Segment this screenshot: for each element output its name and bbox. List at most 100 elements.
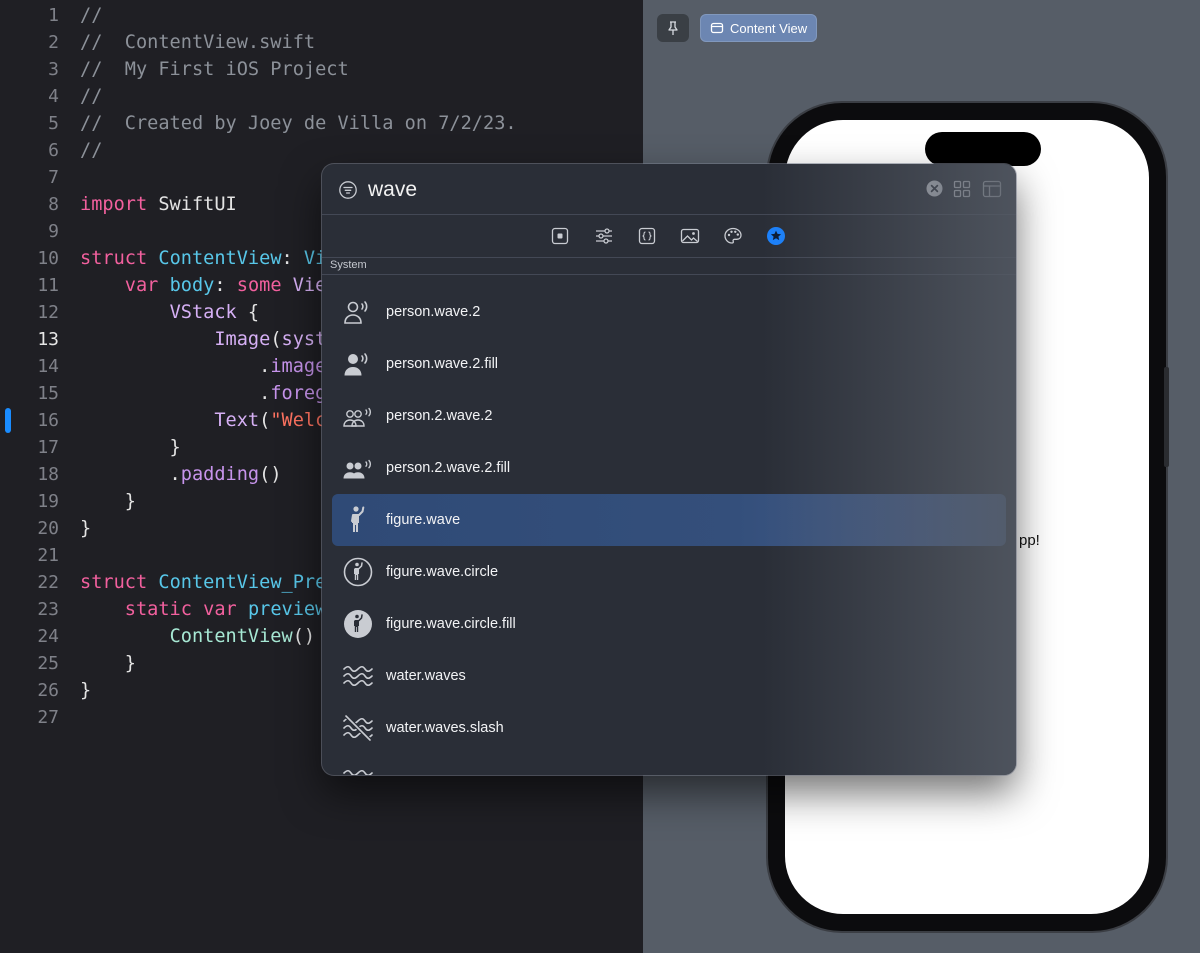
symbol-row[interactable]: figure.wave.circle.fill <box>332 598 1006 650</box>
person-wave-icon <box>342 296 374 328</box>
symbol-row[interactable]: water.waves <box>332 650 1006 702</box>
library-search-input[interactable] <box>368 174 908 206</box>
code-line[interactable]: 2 // ContentView.swift <box>0 29 643 56</box>
views-tab[interactable] <box>548 224 572 248</box>
dynamic-island <box>925 132 1041 166</box>
code-text[interactable]: } <box>80 650 136 677</box>
code-token: // My First iOS Project <box>80 59 349 80</box>
code-token: body <box>169 275 215 296</box>
grid-view-icon[interactable] <box>953 180 971 198</box>
code-text[interactable]: // <box>80 137 102 164</box>
code-token: Text <box>214 410 260 431</box>
line-number: 27 <box>37 707 59 728</box>
line-number: 25 <box>37 653 59 674</box>
line-number: 26 <box>37 680 59 701</box>
code-text[interactable]: .padding() <box>80 461 282 488</box>
code-token: struct <box>80 572 148 593</box>
clear-search-icon[interactable] <box>926 180 943 197</box>
code-text[interactable]: struct ContentView: Vi <box>80 245 326 272</box>
snippets-tab[interactable] <box>635 224 659 248</box>
code-text[interactable]: .foreg <box>80 380 326 407</box>
code-token: } <box>80 437 181 458</box>
code-token: Image <box>214 329 271 350</box>
code-text[interactable]: // Created by Joey de Villa on 7/2/23. <box>80 110 517 137</box>
content-view-label: Content View <box>730 20 808 36</box>
modifiers-tab[interactable] <box>592 224 616 248</box>
code-token: "Welc <box>270 410 327 431</box>
code-line[interactable]: 3 // My First iOS Project <box>0 56 643 83</box>
colors-tab[interactable] <box>721 224 745 248</box>
code-text[interactable]: // ContentView.swift <box>80 29 315 56</box>
content-view-button[interactable]: Content View <box>700 14 818 42</box>
symbols-tab[interactable] <box>764 224 788 248</box>
star-circle-icon <box>767 227 785 245</box>
code-text[interactable]: Text("Welc <box>80 407 326 434</box>
symbol-row-partial[interactable] <box>332 754 1006 775</box>
code-token: . <box>80 356 271 377</box>
code-text[interactable]: } <box>80 488 136 515</box>
line-number: 7 <box>48 167 59 188</box>
line-number: 3 <box>48 59 59 80</box>
code-token: // ContentView.swift <box>80 32 316 53</box>
symbol-row[interactable]: person.2.wave.2.fill <box>332 442 1006 494</box>
code-line[interactable]: 5 // Created by Joey de Villa on 7/2/23. <box>0 110 643 137</box>
code-text[interactable]: } <box>80 515 91 542</box>
symbol-name: person.wave.2.fill <box>386 356 499 372</box>
symbol-row[interactable]: person.wave.2.fill <box>332 338 1006 390</box>
section-label-system: System <box>330 259 367 271</box>
filter-icon[interactable] <box>338 180 358 200</box>
library-search-bar <box>322 164 1016 214</box>
code-line[interactable]: 6 // <box>0 137 643 164</box>
code-text[interactable]: var body: some Vie <box>80 272 327 299</box>
search-divider <box>322 214 1016 215</box>
symbol-row[interactable]: figure.wave <box>332 494 1006 546</box>
line-number: 8 <box>48 194 59 215</box>
code-text[interactable]: // <box>80 83 102 110</box>
code-token: foreg <box>270 383 327 404</box>
code-token: ContentView_Pre <box>158 572 327 593</box>
library-tabs <box>322 216 1016 256</box>
code-text[interactable]: struct ContentView_Pre <box>80 569 326 596</box>
code-line[interactable]: 1 // <box>0 2 643 29</box>
figure-wave-circle-fill-icon <box>342 608 374 640</box>
detail-view-icon[interactable] <box>982 180 1002 198</box>
code-token: } <box>80 653 136 674</box>
symbol-name: water.waves <box>386 668 466 684</box>
pin-preview-button[interactable] <box>657 14 689 42</box>
code-token: () <box>292 626 316 647</box>
code-token: var <box>124 275 159 296</box>
code-line[interactable]: 4 // <box>0 83 643 110</box>
line-number: 5 <box>48 113 59 134</box>
code-text[interactable]: static var preview <box>80 596 327 623</box>
code-token: ContentView <box>169 626 293 647</box>
symbol-row[interactable]: person.wave.2 <box>332 286 1006 338</box>
symbol-row[interactable]: figure.wave.circle <box>332 546 1006 598</box>
code-token: syst <box>281 329 327 350</box>
line-number: 17 <box>37 437 59 458</box>
code-text[interactable]: // <box>80 2 102 29</box>
code-text[interactable]: Image(syst <box>80 326 326 353</box>
code-text[interactable]: } <box>80 677 91 704</box>
symbol-row[interactable]: water.waves.slash <box>332 702 1006 754</box>
code-token: } <box>80 680 92 701</box>
symbol-name: person.2.wave.2.fill <box>386 460 511 476</box>
library-popup[interactable]: System person.wave.2 person.wave.2.fill pe… <box>322 164 1016 775</box>
code-token: . <box>80 464 181 485</box>
code-text[interactable]: .image <box>80 353 326 380</box>
figure-wave-circle-icon <box>342 556 374 588</box>
code-text[interactable]: import SwiftUI <box>80 191 237 218</box>
code-text[interactable]: } <box>80 434 181 461</box>
symbol-row[interactable]: person.2.wave.2 <box>332 390 1006 442</box>
code-text[interactable]: VStack { <box>80 299 260 326</box>
code-text[interactable]: // My First iOS Project <box>80 56 349 83</box>
media-tab[interactable] <box>678 224 702 248</box>
code-text[interactable]: ContentView() <box>80 623 316 650</box>
person-2-wave-fill-icon <box>342 452 374 484</box>
code-token: . <box>80 383 271 404</box>
line-number: 6 <box>48 140 59 161</box>
code-token: ContentView <box>158 248 282 269</box>
